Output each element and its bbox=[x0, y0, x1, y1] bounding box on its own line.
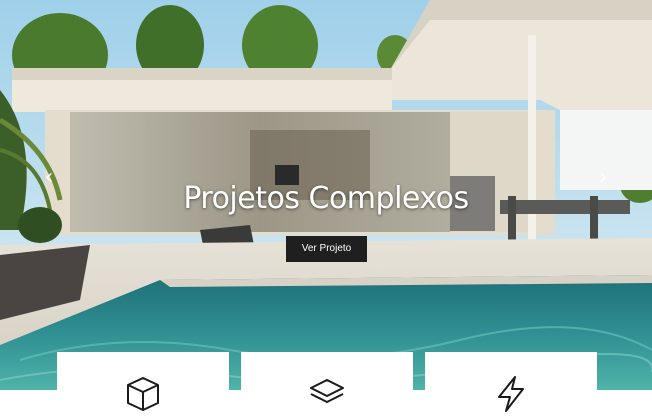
feature-card-layers[interactable] bbox=[241, 352, 413, 417]
feature-card-cube[interactable] bbox=[57, 352, 229, 417]
feature-cards bbox=[0, 352, 652, 417]
lightning-icon bbox=[498, 376, 524, 412]
hero-title: Projetos Complexos bbox=[183, 181, 469, 216]
feature-card-lightning[interactable] bbox=[425, 352, 597, 417]
cube-icon bbox=[127, 377, 159, 411]
layers-icon bbox=[310, 379, 344, 403]
view-project-button[interactable]: Ver Projeto bbox=[286, 236, 367, 262]
